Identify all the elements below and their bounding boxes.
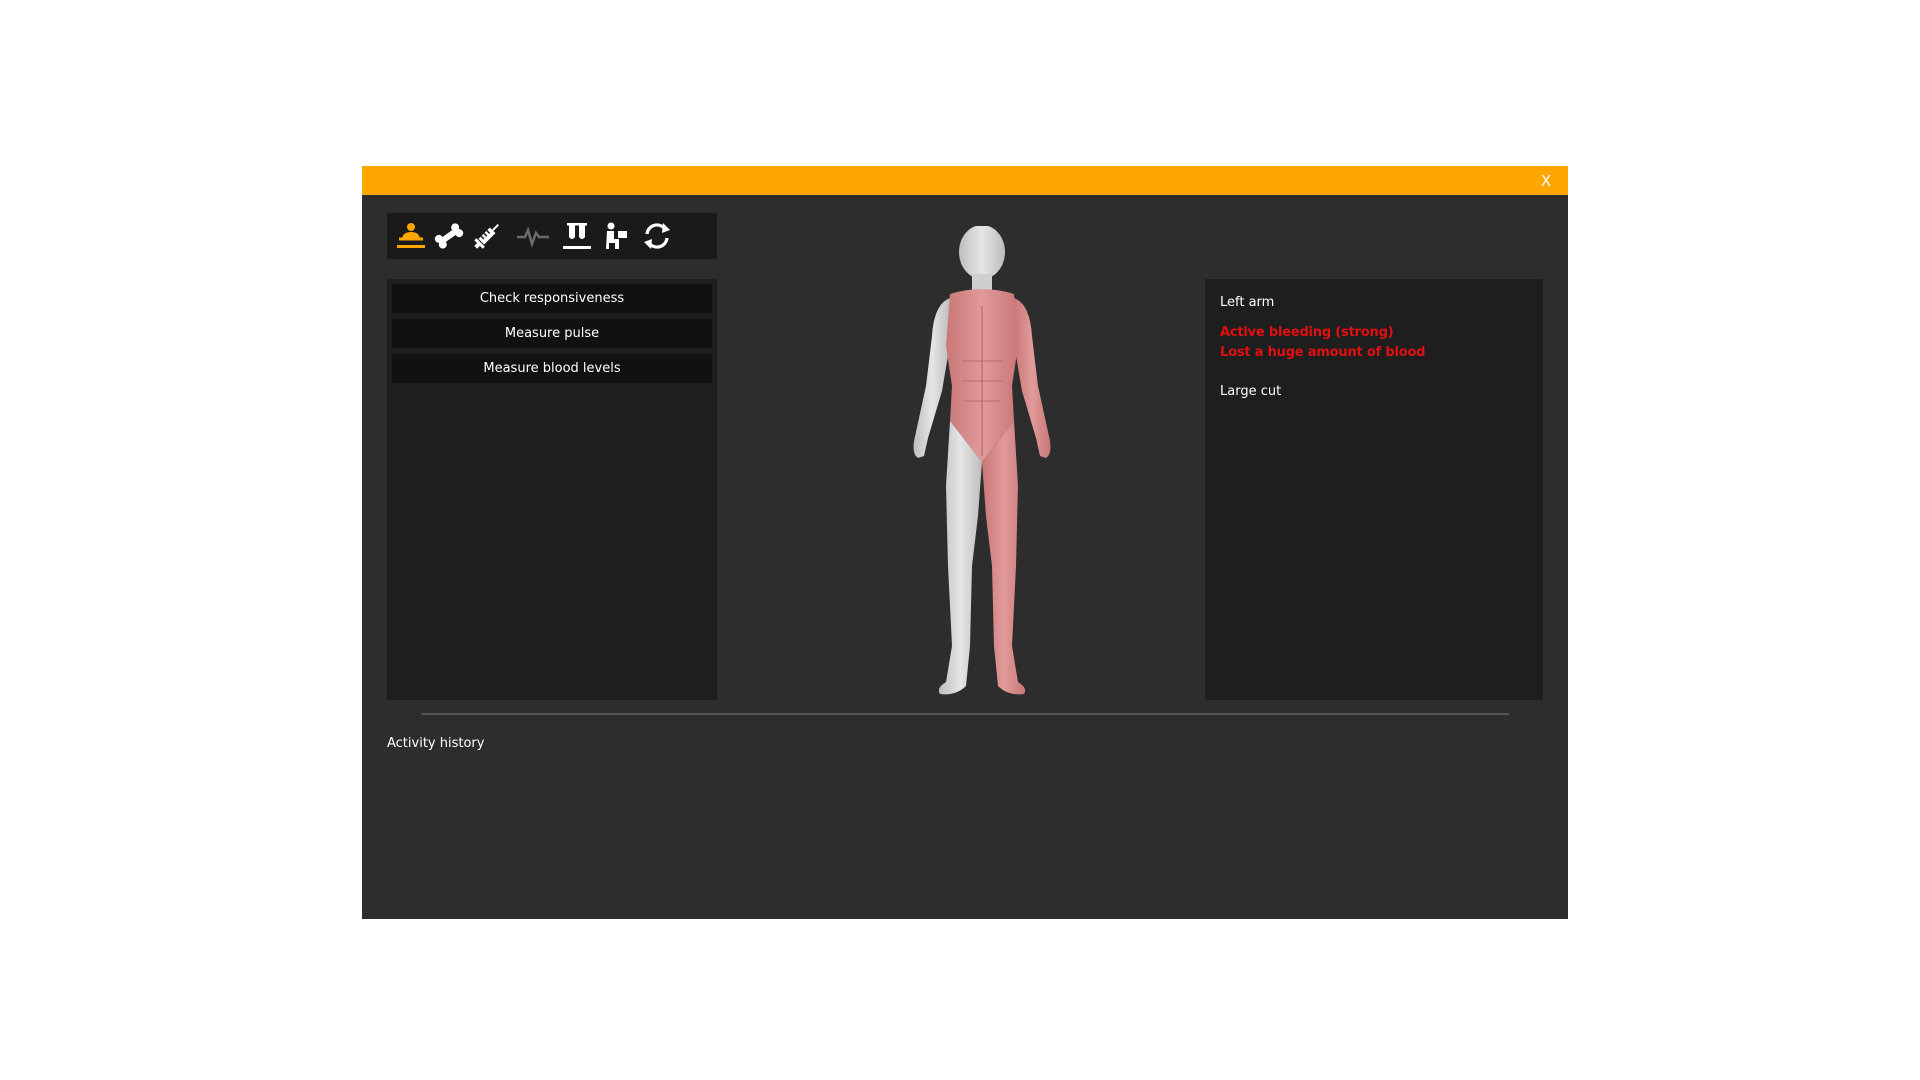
tool-tests[interactable] xyxy=(559,220,595,252)
refresh-icon xyxy=(644,223,670,249)
measure-blood-levels-button[interactable]: Measure blood levels xyxy=(392,354,712,383)
tool-bar xyxy=(387,213,717,259)
body-left-leg[interactable] xyxy=(982,421,1026,695)
tool-person[interactable] xyxy=(599,220,635,252)
injury-type: Large cut xyxy=(1220,384,1282,399)
heartbeat-icon xyxy=(517,226,549,249)
tool-syringe[interactable] xyxy=(469,220,505,252)
bleeding-status: Active bleeding (strong) xyxy=(1220,325,1394,340)
injury-info-panel: Left arm Active bleeding (strong) Lost a… xyxy=(1205,279,1543,700)
divider xyxy=(421,713,1509,715)
close-button[interactable]: X xyxy=(1538,171,1554,191)
bone-icon xyxy=(434,223,464,249)
title-bar: X xyxy=(362,166,1568,195)
measure-pulse-button[interactable]: Measure pulse xyxy=(392,319,712,348)
examine-patient-icon xyxy=(397,223,425,248)
activity-history-label: Activity history xyxy=(387,736,485,751)
blood-loss-status: Lost a huge amount of blood xyxy=(1220,345,1426,360)
test-tubes-icon xyxy=(563,223,591,249)
tool-examine[interactable] xyxy=(393,220,429,252)
person-sign-icon xyxy=(606,222,627,249)
body-model[interactable] xyxy=(862,225,1102,706)
body-left-arm[interactable] xyxy=(1014,298,1051,458)
syringe-icon xyxy=(474,223,500,249)
body-right-arm[interactable] xyxy=(913,298,951,458)
tool-heartbeat[interactable] xyxy=(515,220,551,252)
body-head[interactable] xyxy=(959,225,1005,290)
tool-refresh[interactable] xyxy=(639,220,675,252)
body-part-title: Left arm xyxy=(1220,295,1275,310)
check-responsiveness-button[interactable]: Check responsiveness xyxy=(392,284,712,313)
actions-panel: Check responsiveness Measure pulse Measu… xyxy=(387,279,717,700)
tool-bone[interactable] xyxy=(431,220,467,252)
patient-window: X Check responsiveness Measure pulse Mea… xyxy=(362,166,1568,919)
body-right-leg[interactable] xyxy=(938,421,982,695)
